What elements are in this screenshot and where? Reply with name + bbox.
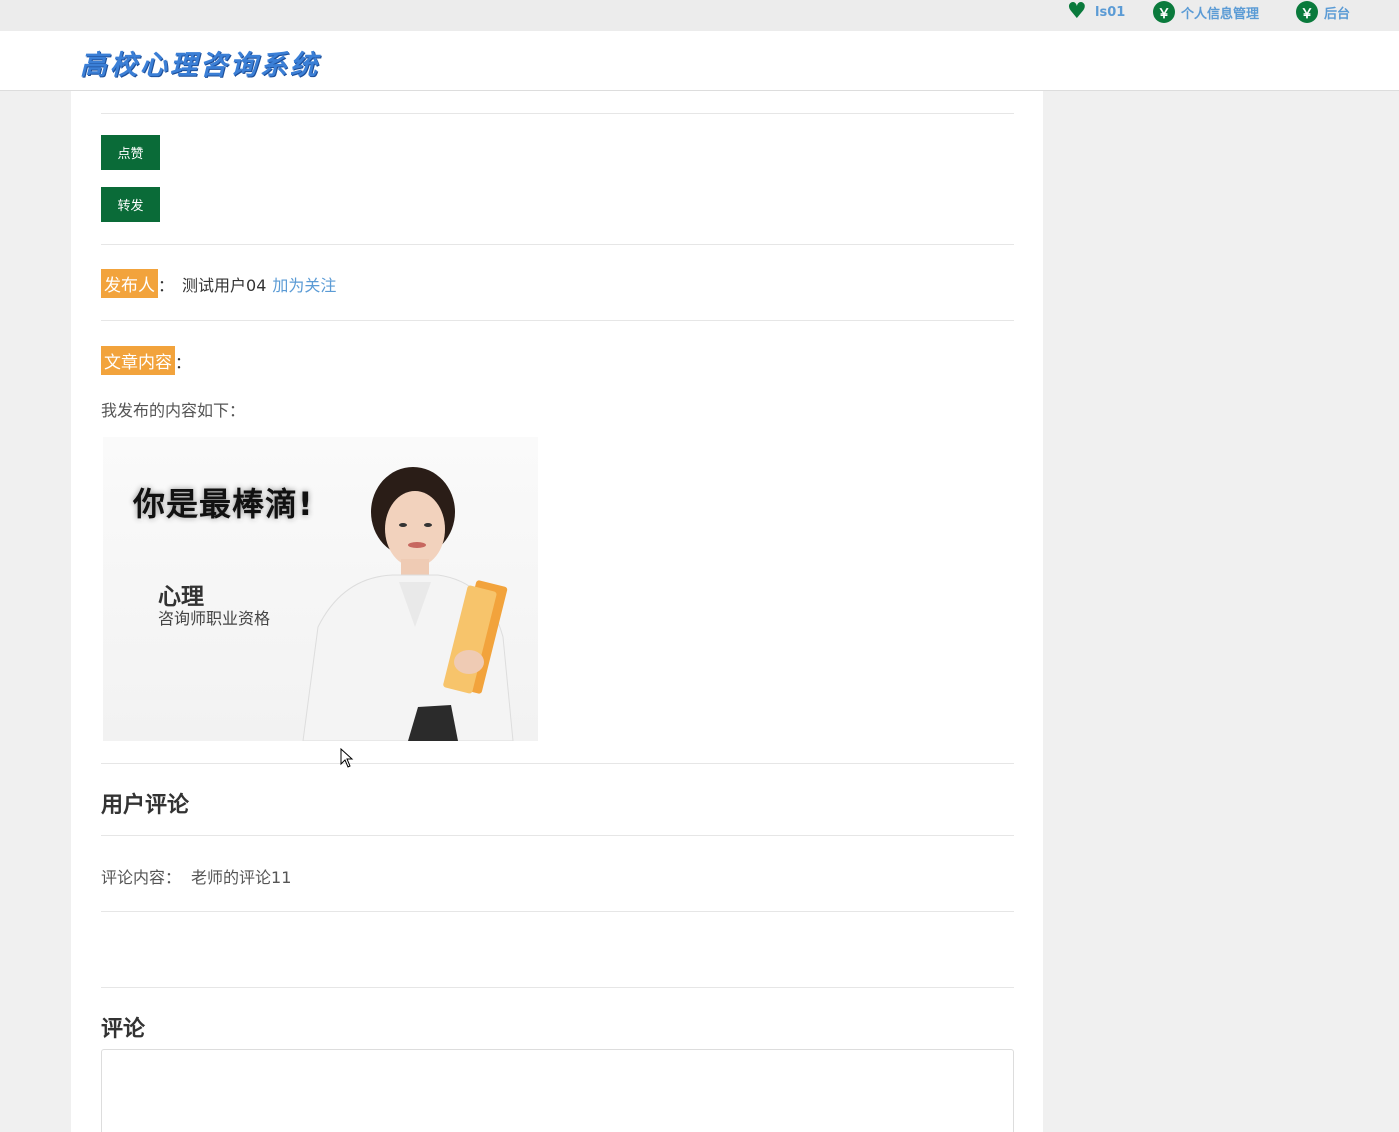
article-tag: 文章内容 [101, 346, 175, 375]
article-intro: 我发布的内容如下： [101, 401, 246, 420]
divider [101, 244, 1014, 245]
profile-label: 个人信息管理 [1181, 6, 1260, 22]
woman-illustration [302, 467, 514, 741]
forward-button[interactable]: 转发 [101, 187, 160, 222]
divider [101, 835, 1014, 836]
profile-link[interactable]: ￥ 个人信息管理 [1153, 0, 1259, 24]
user-name: ls01 [1095, 4, 1126, 20]
site-header: 高校心理咨询系统 [0, 31, 1399, 91]
comment-text: 老师的评论11 [191, 868, 292, 887]
divider [101, 987, 1014, 988]
publisher-colon: ： [158, 275, 175, 295]
comment-form-heading: 评论 [101, 1017, 146, 1042]
comment-item: 评论内容： 老师的评论11 [101, 864, 291, 888]
comments-heading: 用户评论 [101, 793, 190, 818]
top-bar: ♥ ls01 ￥ 个人信息管理 ￥ 后台 [0, 0, 1399, 31]
admin-link[interactable]: ￥ 后台 [1296, 0, 1350, 24]
user-link[interactable]: ♥ ls01 [1067, 0, 1125, 24]
divider [101, 320, 1014, 321]
article-colon: ： [175, 352, 192, 372]
article-image: 你是最棒滴! 心理 咨询师职业资格 [103, 437, 538, 741]
publisher-name: 测试用户04 [182, 275, 267, 295]
admin-label: 后台 [1324, 6, 1351, 22]
heart-icon: ♥ [1067, 0, 1087, 24]
article-label-row: 文章内容 ： [101, 346, 191, 375]
divider [101, 911, 1014, 912]
site-logo[interactable]: 高校心理咨询系统 [80, 43, 320, 82]
divider [101, 763, 1014, 764]
comment-label: 评论内容： [101, 868, 182, 887]
follow-link[interactable]: 加为关注 [272, 272, 336, 296]
publisher-tag: 发布人 [101, 269, 158, 298]
comment-textarea[interactable] [101, 1049, 1014, 1132]
publisher-row: 发布人 ： 测试用户04 加为关注 [101, 269, 336, 298]
divider [101, 113, 1014, 114]
like-button[interactable]: 点赞 [101, 135, 160, 170]
yen-icon: ￥ [1153, 1, 1175, 23]
yen-icon: ￥ [1296, 1, 1318, 23]
article-panel: 点赞 转发 发布人 ： 测试用户04 加为关注 文章内容 ： 我发布的内容如下：… [71, 91, 1043, 1132]
mouse-cursor-icon [340, 748, 354, 768]
